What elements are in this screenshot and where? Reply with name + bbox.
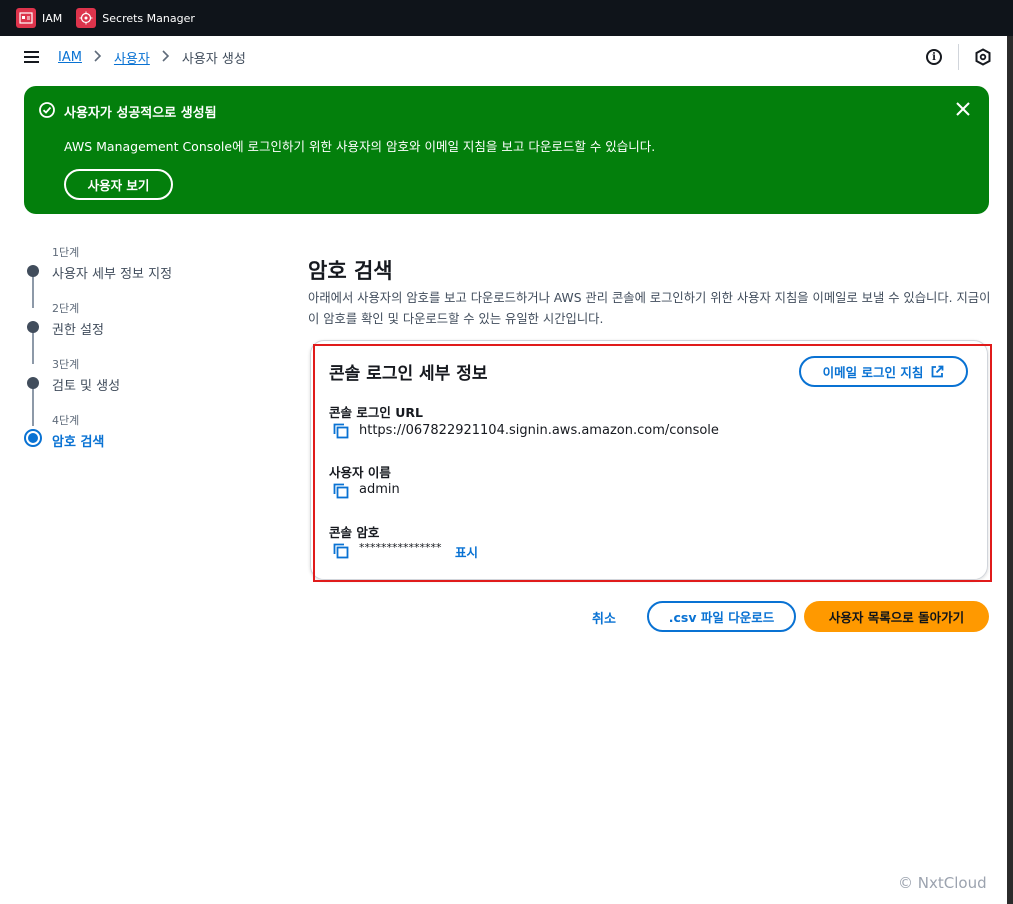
breadcrumb: IAM 사용자 사용자 생성 <box>58 48 246 67</box>
step-label: 검토 및 생성 <box>52 379 121 394</box>
breadcrumb-item-iam[interactable]: IAM <box>58 50 82 65</box>
show-password-link[interactable]: 표시 <box>455 542 478 561</box>
external-link-icon <box>931 365 944 378</box>
step-number: 2단계 <box>52 302 80 315</box>
email-signin-instructions-button[interactable]: 이메일 로그인 지침 <box>799 356 968 387</box>
service-label: Secrets Manager <box>102 11 195 25</box>
top-navigation-bar: IAM Secrets Manager <box>0 0 1013 36</box>
button-label: 이메일 로그인 지침 <box>822 365 924 380</box>
info-icon[interactable]: i <box>926 49 942 65</box>
return-to-users-button[interactable]: 사용자 목록으로 돌아가기 <box>804 601 989 632</box>
step-number: 1단계 <box>52 246 80 259</box>
view-user-button[interactable]: 사용자 보기 <box>64 169 173 200</box>
step-number: 4단계 <box>52 414 80 427</box>
cancel-button[interactable]: 취소 <box>592 608 616 627</box>
copy-icon[interactable] <box>333 483 349 499</box>
field-label-username: 사용자 이름 <box>329 465 391 480</box>
service-label: IAM <box>42 11 63 25</box>
chevron-right-icon <box>94 50 102 65</box>
step-active-indicator <box>24 429 42 447</box>
step-label-active: 암호 검색 <box>52 435 105 450</box>
iam-icon <box>16 8 36 28</box>
step-number: 3단계 <box>52 358 80 371</box>
close-icon[interactable] <box>955 101 971 117</box>
step-dot <box>27 265 39 277</box>
scrollbar-edge <box>1007 36 1013 904</box>
wizard-step-3[interactable]: 3단계 검토 및 생성 <box>24 356 264 412</box>
step-dot <box>27 321 39 333</box>
service-shortcut-secrets-manager[interactable]: Secrets Manager <box>76 8 195 28</box>
secrets-manager-icon <box>76 8 97 28</box>
breadcrumb-current: 사용자 생성 <box>181 52 246 67</box>
page-description: 아래에서 사용자의 암호를 보고 다운로드하거나 AWS 관리 콘솔에 로그인하… <box>308 291 991 326</box>
step-label: 권한 설정 <box>52 323 104 338</box>
console-url-value: https://067822921104.signin.aws.amazon.c… <box>359 423 719 438</box>
watermark: © NxtCloud <box>898 874 987 892</box>
check-circle-icon <box>39 102 55 118</box>
service-shortcut-iam[interactable]: IAM <box>16 8 62 28</box>
copy-icon[interactable] <box>333 423 349 439</box>
flash-message: AWS Management Console에 로그인하기 위한 사용자의 암호… <box>64 139 656 154</box>
breadcrumb-bar: IAM 사용자 사용자 생성 i <box>0 36 1007 78</box>
wizard-step-1[interactable]: 1단계 사용자 세부 정보 지정 <box>24 244 264 300</box>
step-label: 사용자 세부 정보 지정 <box>52 267 173 282</box>
menu-icon[interactable] <box>24 51 39 63</box>
divider <box>958 44 959 70</box>
wizard-step-4: 4단계 암호 검색 <box>24 412 264 468</box>
password-masked-value: *************** <box>359 541 442 554</box>
success-flash-banner: 사용자가 성공적으로 생성됨 AWS Management Console에 로… <box>24 86 989 214</box>
field-label-console-url: 콘솔 로그인 URL <box>329 405 423 420</box>
copy-icon[interactable] <box>333 543 349 559</box>
step-dot <box>27 377 39 389</box>
wizard-steps: 1단계 사용자 세부 정보 지정 2단계 권한 설정 3단계 검토 및 생성 4… <box>24 244 264 468</box>
settings-hex-icon[interactable] <box>974 48 992 66</box>
card-title: 콘솔 로그인 세부 정보 <box>329 364 488 384</box>
breadcrumb-item-users[interactable]: 사용자 <box>114 48 150 67</box>
download-csv-button[interactable]: .csv 파일 다운로드 <box>647 601 796 632</box>
wizard-step-2[interactable]: 2단계 권한 설정 <box>24 300 264 356</box>
flash-title: 사용자가 성공적으로 생성됨 <box>64 106 217 121</box>
username-value: admin <box>359 482 400 497</box>
page-title: 암호 검색 <box>308 259 393 283</box>
field-label-console-password: 콘솔 암호 <box>329 525 380 540</box>
chevron-right-icon <box>162 50 170 65</box>
